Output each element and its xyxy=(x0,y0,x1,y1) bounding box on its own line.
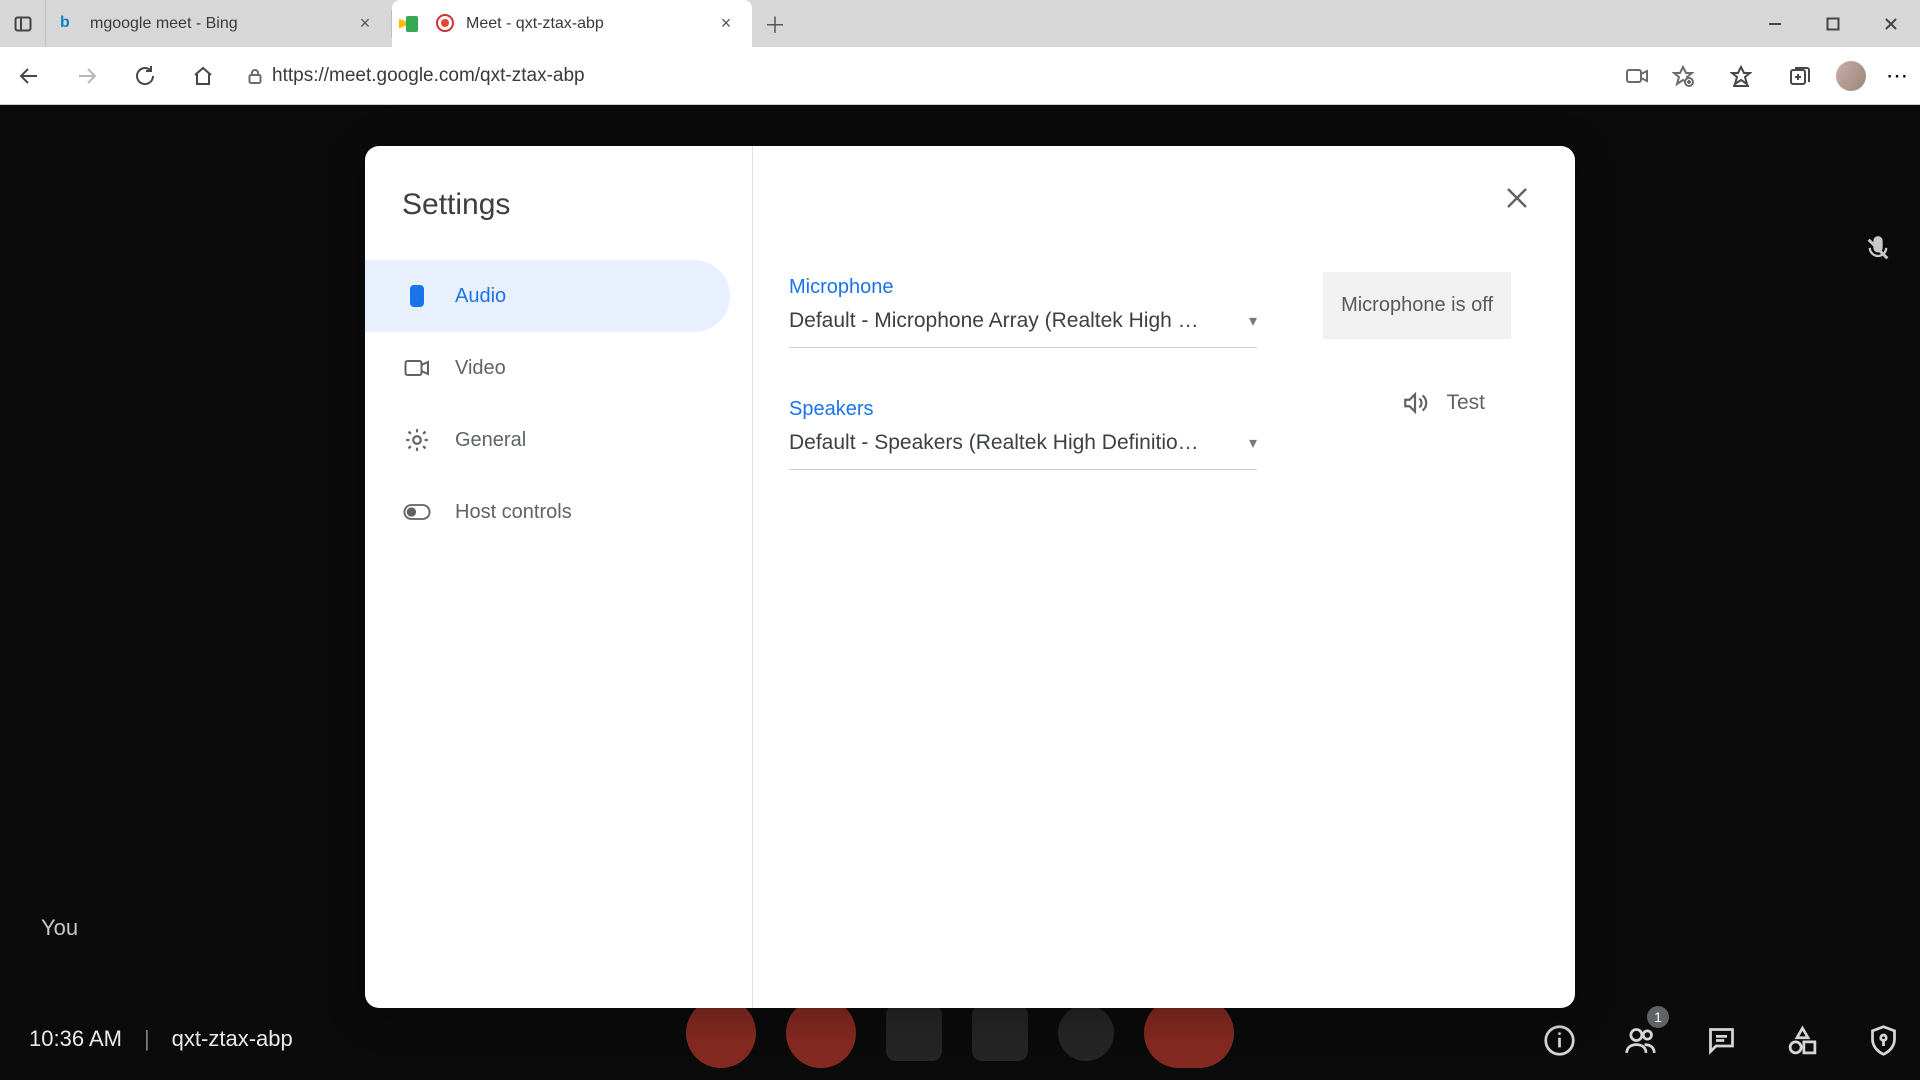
new-tab-button[interactable]: ＋ xyxy=(752,0,798,47)
nav-label: Host controls xyxy=(455,501,572,524)
activities-button[interactable] xyxy=(1786,1024,1819,1062)
test-speakers-label: Test xyxy=(1446,391,1485,415)
nav-label: General xyxy=(455,429,526,452)
window-maximize-button[interactable] xyxy=(1804,0,1862,47)
meet-control-bar xyxy=(686,998,1234,1068)
meet-favicon-icon xyxy=(406,14,426,34)
tracking-prevention-icon[interactable] xyxy=(1660,56,1706,96)
camera-icon xyxy=(403,354,431,382)
host-controls-button[interactable] xyxy=(1867,1024,1900,1062)
mic-muted-indicator-icon xyxy=(1864,235,1892,268)
settings-content: Microphone Default - Microphone Array (R… xyxy=(753,146,1575,1008)
settings-nav-audio[interactable]: Audio xyxy=(365,260,730,332)
site-lock-icon[interactable] xyxy=(238,67,272,85)
settings-dialog: Settings Audio Video General xyxy=(365,146,1575,1008)
participants-count-badge: 1 xyxy=(1647,1006,1669,1028)
chat-button[interactable] xyxy=(1705,1024,1738,1062)
settings-title: Settings xyxy=(365,146,752,260)
clock-label: 10:36 AM xyxy=(29,1026,122,1052)
nav-forward-button[interactable] xyxy=(58,47,116,105)
bing-favicon-icon: b xyxy=(60,14,80,34)
window-minimize-button[interactable] xyxy=(1746,0,1804,47)
camera-toggle-button[interactable] xyxy=(786,998,856,1068)
browser-menu-button[interactable]: ⋯ xyxy=(1874,63,1920,89)
microphone-dropdown[interactable]: Default - Microphone Array (Realtek High… xyxy=(789,309,1257,348)
address-url: https://meet.google.com/qxt-ztax-abp xyxy=(272,65,585,87)
tabstrip-spacer xyxy=(798,0,1746,47)
tab-close-button[interactable]: × xyxy=(714,13,738,34)
leave-call-button[interactable] xyxy=(1144,998,1234,1068)
mic-toggle-button[interactable] xyxy=(686,998,756,1068)
settings-nav-host-controls[interactable]: Host controls xyxy=(365,476,730,548)
separator: | xyxy=(144,1026,150,1052)
present-button[interactable] xyxy=(972,1005,1028,1061)
tab-title: mgoogle meet - Bing xyxy=(90,15,343,33)
address-bar[interactable]: https://meet.google.com/qxt-ztax-abp xyxy=(238,56,1706,96)
settings-nav-video[interactable]: Video xyxy=(365,332,730,404)
microphone-dropdown-value: Default - Microphone Array (Realtek High… xyxy=(789,309,1199,333)
nav-back-button[interactable] xyxy=(0,47,58,105)
tab-meet[interactable]: Meet - qxt-ztax-abp × xyxy=(392,0,752,47)
gear-icon xyxy=(403,426,431,454)
speakers-dropdown-value: Default - Speakers (Realtek High Definit… xyxy=(789,431,1199,455)
profile-avatar-button[interactable] xyxy=(1828,61,1874,91)
toggle-icon xyxy=(403,498,431,526)
speaker-icon xyxy=(403,282,431,310)
self-view-label: You xyxy=(41,915,78,941)
chevron-down-icon: ▾ xyxy=(1249,311,1257,331)
settings-close-button[interactable] xyxy=(1499,180,1535,216)
nav-home-button[interactable] xyxy=(174,47,232,105)
settings-sidebar: Settings Audio Video General xyxy=(365,146,753,1008)
nav-refresh-button[interactable] xyxy=(116,47,174,105)
tab-actions-button[interactable] xyxy=(0,0,46,47)
nav-label: Audio xyxy=(455,285,506,308)
chevron-down-icon: ▾ xyxy=(1249,433,1257,453)
tab-bing[interactable]: b mgoogle meet - Bing × xyxy=(46,0,391,47)
speakers-dropdown[interactable]: Default - Speakers (Realtek High Definit… xyxy=(789,431,1257,470)
settings-nav-general[interactable]: General xyxy=(365,404,730,476)
cc-button[interactable] xyxy=(886,1005,942,1061)
recording-indicator-icon xyxy=(436,14,456,34)
window-close-button[interactable] xyxy=(1862,0,1920,47)
favorites-button[interactable] xyxy=(1712,47,1770,105)
participants-button[interactable]: 1 xyxy=(1624,1024,1657,1062)
tab-title: Meet - qxt-ztax-abp xyxy=(466,15,704,33)
tab-close-button[interactable]: × xyxy=(353,13,377,34)
nav-label: Video xyxy=(455,357,506,380)
more-options-button[interactable] xyxy=(1058,1005,1114,1061)
meeting-details-button[interactable] xyxy=(1543,1024,1576,1062)
microphone-status-chip: Microphone is off xyxy=(1323,272,1511,339)
meeting-code-label: qxt-ztax-abp xyxy=(172,1026,293,1052)
camera-indicator-icon[interactable] xyxy=(1614,56,1660,96)
collections-button[interactable] xyxy=(1770,47,1828,105)
test-speakers-button[interactable]: Test xyxy=(1402,390,1485,416)
